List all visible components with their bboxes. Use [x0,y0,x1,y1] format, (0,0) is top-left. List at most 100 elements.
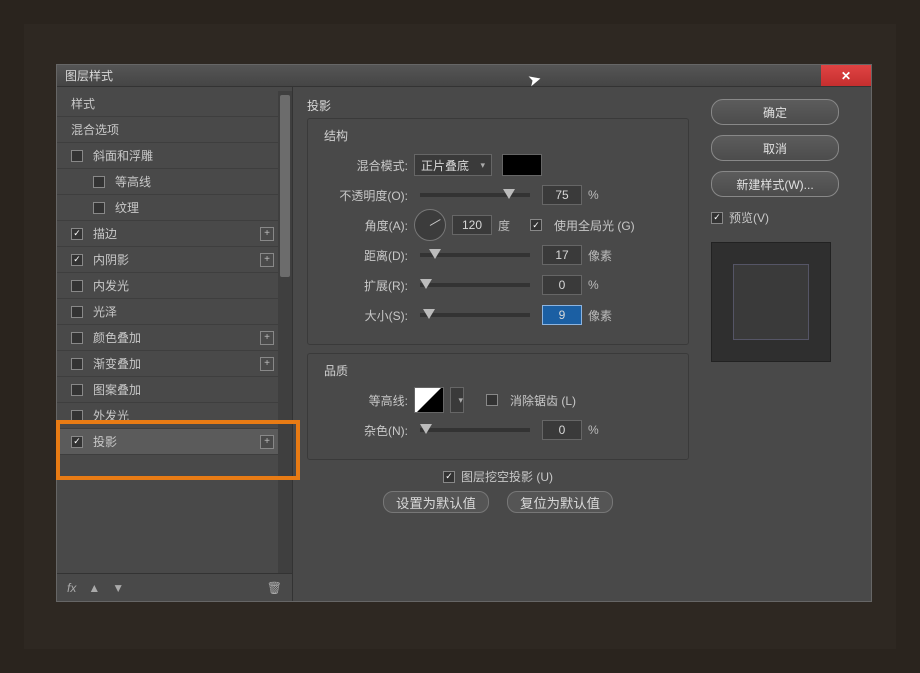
sidebar-item-bevel[interactable]: 斜面和浮雕 [57,143,292,169]
checkbox[interactable] [93,176,105,188]
opacity-field[interactable] [542,185,582,205]
reset-default-button[interactable]: 复位为默认值 [507,491,613,513]
plus-icon[interactable]: + [260,227,274,241]
spread-label: 扩展(R): [320,277,408,294]
sidebar-item-label: 斜面和浮雕 [93,147,153,164]
sidebar-item-label: 等高线 [115,173,151,190]
panel-title: 投影 [307,97,689,114]
global-light-checkbox[interactable] [530,219,542,231]
shadow-color-swatch[interactable] [502,154,542,176]
noise-field[interactable] [542,420,582,440]
sidebar-item-contour[interactable]: 等高线 [57,169,292,195]
sidebar-item-inner-shadow[interactable]: 内阴影 + [57,247,292,273]
checkbox[interactable] [71,254,83,266]
opacity-slider[interactable] [420,193,530,197]
blend-mode-label: 混合模式: [320,157,408,174]
checkbox[interactable] [71,228,83,240]
distance-label: 距离(D): [320,247,408,264]
noise-slider[interactable] [420,428,530,432]
plus-icon[interactable]: + [260,357,274,371]
trash-icon[interactable]: 🗑 [267,581,282,595]
sidebar-item-texture[interactable]: 纹理 [57,195,292,221]
blend-mode-select[interactable]: 正片叠底 ▾ [414,154,492,176]
structure-group: 结构 混合模式: 正片叠底 ▾ 不透明度(O): % 角度(A): [307,118,689,345]
sidebar-item-label: 内发光 [93,277,129,294]
checkbox[interactable] [71,358,83,370]
sidebar-item-label: 描边 [93,225,117,242]
size-field[interactable] [542,305,582,325]
move-up-icon[interactable]: ▲ [88,581,100,595]
effects-sidebar: 样式 混合选项 斜面和浮雕 等高线 纹理 [57,87,293,601]
ok-button[interactable]: 确定 [711,99,839,125]
distance-slider[interactable] [420,253,530,257]
contour-picker[interactable] [414,387,444,413]
antialias-label: 消除锯齿 (L) [510,392,576,409]
contour-label: 等高线: [320,392,408,409]
checkbox[interactable] [71,436,83,448]
sidebar-item-inner-glow[interactable]: 内发光 [57,273,292,299]
sidebar-item-label: 内阴影 [93,251,129,268]
sidebar-item-gradient-overlay[interactable]: 渐变叠加 + [57,351,292,377]
sidebar-item-label: 渐变叠加 [93,355,141,372]
sidebar-item-color-overlay[interactable]: 颜色叠加 + [57,325,292,351]
size-label: 大小(S): [320,307,408,324]
size-slider[interactable] [420,313,530,317]
plus-icon[interactable]: + [260,435,274,449]
distance-field[interactable] [542,245,582,265]
sidebar-item-pattern-overlay[interactable]: 图案叠加 [57,377,292,403]
sidebar-item-styles[interactable]: 样式 [57,91,292,117]
checkbox[interactable] [71,306,83,318]
preview-label: 预览(V) [729,209,769,226]
sidebar-item-label: 投影 [93,433,117,450]
sidebar-scrollbar[interactable] [278,91,292,573]
sidebar-item-satin[interactable]: 光泽 [57,299,292,325]
global-light-label: 使用全局光 (G) [554,217,635,234]
checkbox[interactable] [93,202,105,214]
noise-label: 杂色(N): [320,422,408,439]
preview-checkbox[interactable] [711,212,723,224]
preview-box [711,242,831,362]
sidebar-item-label: 样式 [71,95,95,112]
sidebar-item-label: 颜色叠加 [93,329,141,346]
make-default-button[interactable]: 设置为默认值 [383,491,489,513]
plus-icon[interactable]: + [260,253,274,267]
sidebar-item-label: 光泽 [93,303,117,320]
layer-style-dialog: 图层样式 ✕ 样式 混合选项 斜面和浮雕 等高线 [56,64,872,602]
chevron-down-icon: ▾ [480,160,485,171]
scrollbar-thumb[interactable] [280,95,290,277]
move-down-icon[interactable]: ▼ [112,581,124,595]
chevron-down-icon: ▾ [458,395,463,406]
contour-dropdown[interactable]: ▾ [450,387,464,413]
knockout-label: 图层挖空投影 (U) [461,468,553,485]
quality-legend: 品质 [320,362,352,379]
knockout-checkbox[interactable] [443,471,455,483]
checkbox[interactable] [71,332,83,344]
angle-dial[interactable] [414,209,446,241]
checkbox[interactable] [71,280,83,292]
structure-legend: 结构 [320,127,352,144]
spread-slider[interactable] [420,283,530,287]
plus-icon[interactable]: + [260,331,274,345]
sidebar-item-stroke[interactable]: 描边 + [57,221,292,247]
close-button[interactable]: ✕ [821,65,871,86]
titlebar: 图层样式 ✕ [57,65,871,87]
settings-panel: 投影 结构 混合模式: 正片叠底 ▾ 不透明度(O): % [293,87,703,601]
checkbox[interactable] [71,410,83,422]
sidebar-item-drop-shadow[interactable]: 投影 + [57,429,292,455]
fx-icon[interactable]: fx [67,581,76,595]
checkbox[interactable] [71,150,83,162]
preview-swatch [734,265,808,339]
new-style-button[interactable]: 新建样式(W)... [711,171,839,197]
spread-field[interactable] [542,275,582,295]
sidebar-footer: fx ▲ ▼ 🗑 [57,573,292,601]
sidebar-item-label: 纹理 [115,199,139,216]
sidebar-item-outer-glow[interactable]: 外发光 [57,403,292,429]
cancel-button[interactable]: 取消 [711,135,839,161]
sidebar-item-label: 外发光 [93,407,129,424]
sidebar-item-blending[interactable]: 混合选项 [57,117,292,143]
right-panel: 确定 取消 新建样式(W)... 预览(V) [703,87,871,601]
antialias-checkbox[interactable] [486,394,498,406]
quality-group: 品质 等高线: ▾ 消除锯齿 (L) 杂色(N): % [307,353,689,460]
checkbox[interactable] [71,384,83,396]
angle-field[interactable] [452,215,492,235]
